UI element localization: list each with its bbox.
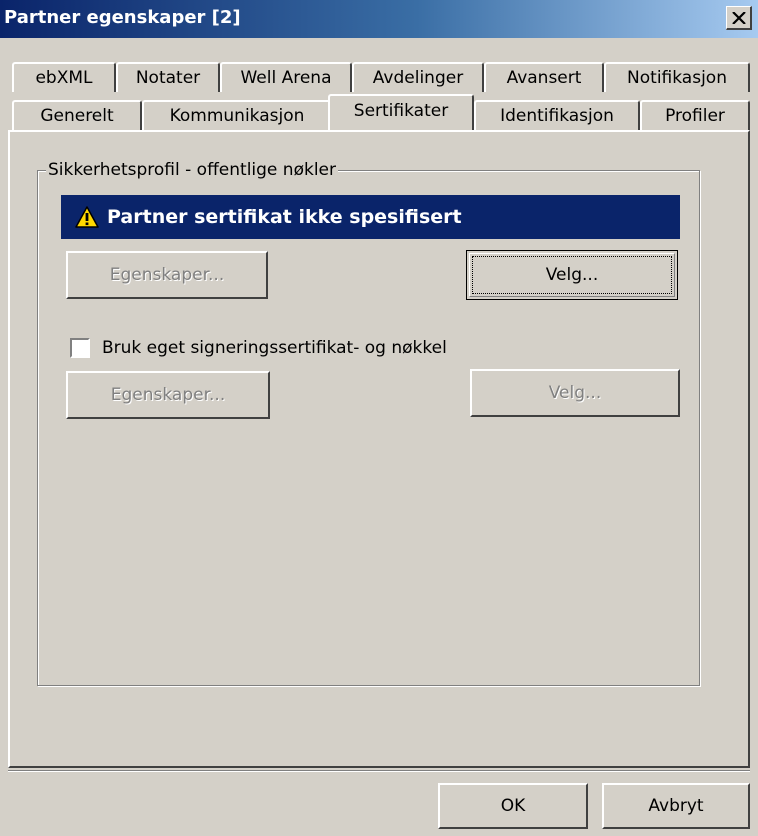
window-title: Partner egenskaper [2] <box>4 7 241 28</box>
properties-button[interactable]: Egenskaper... <box>66 251 268 299</box>
tab-label: Notater <box>135 68 201 88</box>
tab-avdelinger[interactable]: Avdelinger <box>352 62 484 92</box>
tab-sertifikater[interactable]: Sertifikater <box>328 94 474 130</box>
tab-label: Generelt <box>40 106 114 126</box>
tab-label: Kommunikasjon <box>169 106 305 126</box>
tab-profiler[interactable]: Profiler <box>640 100 750 130</box>
select-certificate-button[interactable]: Velg... <box>466 250 678 300</box>
tab-label: Well Arena <box>240 68 332 88</box>
tab-label: Identifikasjon <box>500 106 614 126</box>
close-button[interactable] <box>726 6 752 30</box>
own-signing-cert-checkbox[interactable] <box>70 338 90 358</box>
tab-avansert[interactable]: Avansert <box>484 62 604 92</box>
tab-identifikasjon[interactable]: Identifikasjon <box>474 100 640 130</box>
button-label: Velg... <box>548 383 602 403</box>
close-icon <box>731 11 746 24</box>
tab-label: Notifikasjon <box>627 68 727 88</box>
title-bar: Partner egenskaper [2] <box>0 0 758 38</box>
tab-kommunikasjon[interactable]: Kommunikasjon <box>142 100 332 130</box>
certificate-warning-banner: Partner sertifikat ikke spesifisert <box>61 195 680 239</box>
button-label: Egenskaper... <box>109 265 225 285</box>
group-legend: Sikkerhetsprofil - offentlige nøkler <box>46 160 338 180</box>
footer-separator <box>8 770 750 772</box>
signing-properties-button[interactable]: Egenskaper... <box>66 371 270 419</box>
ok-button[interactable]: OK <box>438 783 588 829</box>
button-label: Egenskaper... <box>110 385 226 405</box>
tab-notater[interactable]: Notater <box>116 62 220 92</box>
security-profile-group <box>37 170 700 686</box>
tab-generelt[interactable]: Generelt <box>12 100 142 130</box>
tab-label: Sertifikater <box>353 101 449 121</box>
button-label: Avbryt <box>648 796 704 816</box>
button-label: Velg... <box>545 265 599 285</box>
tab-ebxml[interactable]: ebXML <box>12 62 116 92</box>
tab-label: Avansert <box>506 68 582 88</box>
tab-label: ebXML <box>35 68 93 88</box>
tab-label: Avdelinger <box>372 68 464 88</box>
own-signing-cert-label[interactable]: Bruk eget signeringssertifikat- og nøkke… <box>102 338 447 358</box>
banner-text: Partner sertifikat ikke spesifisert <box>107 206 462 228</box>
tab-well-arena[interactable]: Well Arena <box>220 62 352 92</box>
tab-notifikasjon[interactable]: Notifikasjon <box>604 62 750 92</box>
signing-select-button[interactable]: Velg... <box>470 369 680 417</box>
warning-icon <box>75 206 99 228</box>
tab-label: Profiler <box>665 106 725 126</box>
button-label: OK <box>500 796 526 816</box>
cancel-button[interactable]: Avbryt <box>602 783 750 829</box>
